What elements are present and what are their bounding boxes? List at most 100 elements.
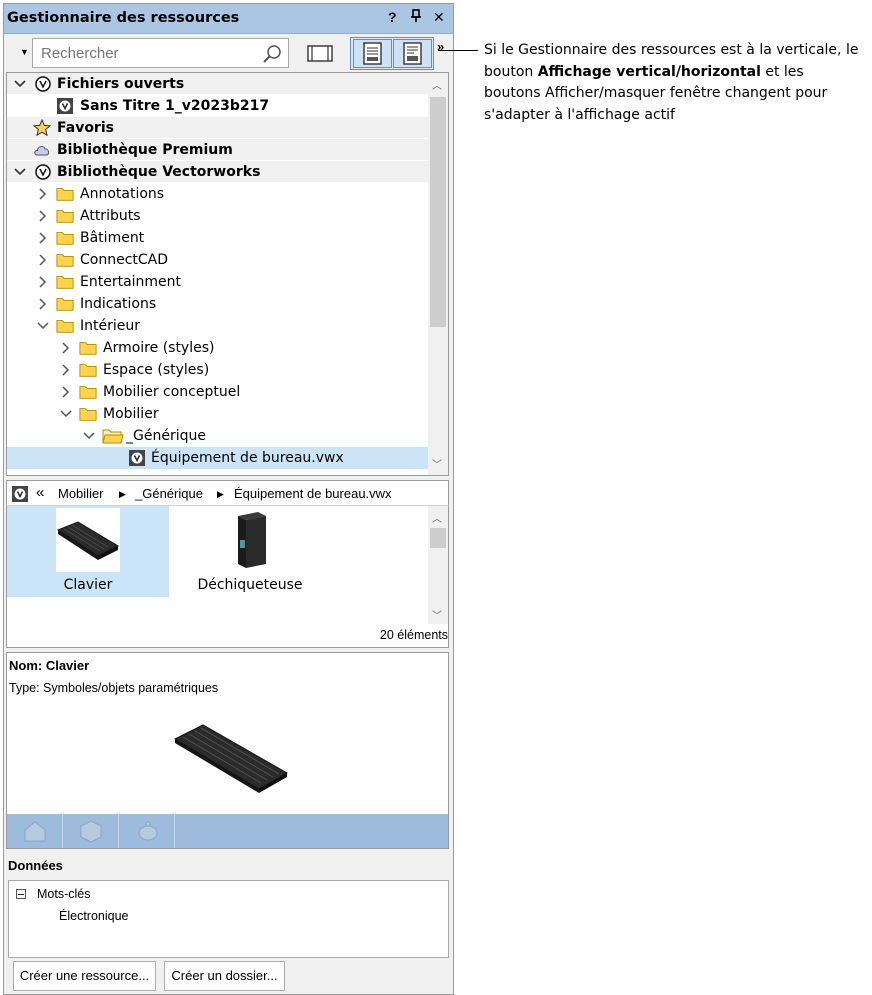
- tree-row-folder[interactable]: Indications: [7, 293, 428, 315]
- scroll-up-icon[interactable]: ︿: [432, 77, 442, 92]
- data-section-title: Données: [8, 858, 63, 873]
- search-input[interactable]: Rechercher: [32, 38, 289, 68]
- tree-row-premium-library[interactable]: Bibliothèque Premium: [7, 139, 428, 161]
- tree-label: Bâtiment: [80, 230, 145, 246]
- title-bar: Gestionnaire des ressources ? ✕: [4, 4, 453, 34]
- breadcrumb-item[interactable]: Équipement de bureau.vwx: [234, 486, 392, 501]
- resource-details: Nom: Clavier Type: Symboles/objets param…: [6, 652, 449, 849]
- breadcrumb-item[interactable]: _Générique: [135, 486, 203, 501]
- chevron-right-icon[interactable]: [36, 209, 50, 223]
- tree-scrollbar[interactable]: ︿ ﹀: [428, 73, 448, 475]
- tree-label: _Générique: [126, 428, 206, 444]
- panel-title: Gestionnaire des ressources: [7, 10, 240, 26]
- tree-label: Mobilier: [103, 406, 159, 422]
- horizontal-layout-button[interactable]: [393, 39, 432, 68]
- view-button[interactable]: [7, 814, 63, 848]
- pin-icon[interactable]: [410, 9, 422, 26]
- close-button[interactable]: ✕: [433, 9, 445, 26]
- tree-row-folder[interactable]: Armoire (styles): [7, 337, 428, 359]
- vectorworks-icon: [35, 164, 51, 180]
- tree-row-folder[interactable]: Attributs: [7, 205, 428, 227]
- chevron-right-icon[interactable]: [59, 341, 73, 355]
- chevron-right-icon[interactable]: [36, 253, 50, 267]
- chevron-right-icon[interactable]: [36, 275, 50, 289]
- tree-row-favorites[interactable]: Favoris: [7, 117, 428, 139]
- scrollbar-thumb[interactable]: [430, 528, 446, 548]
- tree-row-folder[interactable]: Annotations: [7, 183, 428, 205]
- chevron-right-icon[interactable]: [59, 385, 73, 399]
- search-icon[interactable]: [262, 44, 282, 64]
- resource-name: Nom: Clavier: [9, 658, 90, 673]
- breadcrumb-separator-icon: ▶: [119, 489, 126, 499]
- toggle-view-button[interactable]: [301, 38, 339, 68]
- thumbnail-frame: [56, 508, 120, 572]
- tree-row-folder-mobilier[interactable]: Mobilier: [7, 403, 428, 425]
- collapse-icon[interactable]: [16, 889, 26, 899]
- view-button[interactable]: [119, 814, 175, 848]
- tree-row-folder[interactable]: ConnectCAD: [7, 249, 428, 271]
- create-folder-button[interactable]: Créer un dossier...: [164, 961, 285, 991]
- chevron-down-icon[interactable]: [13, 165, 27, 179]
- help-button[interactable]: ?: [388, 9, 397, 25]
- tree-row-folder[interactable]: Bâtiment: [7, 227, 428, 249]
- folder-icon: [79, 408, 97, 421]
- tree-row-folder-generique[interactable]: _Générique: [7, 425, 428, 447]
- breadcrumb-back-button[interactable]: «: [36, 484, 44, 501]
- tree-row-open-files[interactable]: Fichiers ouverts: [7, 73, 428, 95]
- chevron-right-icon[interactable]: [59, 363, 73, 377]
- tree-row-open-file[interactable]: Sans Titre 1_v2023b217: [7, 95, 428, 117]
- tree-row-folder-interieur[interactable]: Intérieur: [7, 315, 428, 337]
- search-dropdown-arrow-icon[interactable]: ▼: [20, 47, 29, 57]
- more-options-button[interactable]: »: [437, 39, 444, 54]
- chevron-down-icon[interactable]: [59, 407, 73, 421]
- vertical-layout-button[interactable]: [353, 39, 392, 68]
- orientation-button-group: [350, 37, 434, 70]
- browser-scrollbar[interactable]: ︿ ﹀: [428, 506, 448, 624]
- tree-label: Attributs: [80, 208, 141, 224]
- folder-open-icon: [102, 429, 124, 444]
- scroll-down-icon[interactable]: ﹀: [432, 456, 442, 471]
- chevron-right-icon[interactable]: [36, 187, 50, 201]
- tree-label: Intérieur: [80, 318, 140, 334]
- folder-icon: [79, 364, 97, 377]
- tree-row-folder[interactable]: Espace (styles): [7, 359, 428, 381]
- shredder-icon: [238, 512, 266, 568]
- callout-bold-text: Affichage vertical/horizontal: [537, 63, 761, 80]
- tree-row-folder[interactable]: Mobilier conceptuel: [7, 381, 428, 403]
- chevron-down-icon[interactable]: [82, 429, 96, 443]
- scroll-down-icon[interactable]: ﹀: [432, 607, 442, 622]
- folder-icon: [56, 276, 74, 289]
- resource-tree: Fichiers ouverts Sans Titre 1_v2023b217 …: [6, 72, 449, 476]
- scrollbar-thumb[interactable]: [430, 97, 446, 327]
- panel-layout-icon: [307, 45, 333, 62]
- tree-label: Entertainment: [80, 274, 182, 290]
- star-icon: [33, 119, 51, 137]
- chevron-down-icon[interactable]: [36, 319, 50, 333]
- scroll-up-icon[interactable]: ︿: [432, 510, 442, 525]
- horizontal-layout-icon: [403, 42, 422, 65]
- tree-label: Fichiers ouverts: [57, 76, 185, 92]
- chevron-right-icon[interactable]: [36, 297, 50, 311]
- tree-row-vectorworks-library[interactable]: Bibliothèque Vectorworks: [7, 161, 428, 183]
- view-button[interactable]: [63, 814, 119, 848]
- tree-label: Bibliothèque Vectorworks: [57, 164, 261, 180]
- breadcrumb-item[interactable]: Mobilier: [58, 486, 104, 501]
- folder-icon: [79, 386, 97, 399]
- view-options-bar: [7, 814, 448, 848]
- cube-icon: [80, 820, 102, 843]
- create-resource-button[interactable]: Créer une ressource...: [13, 961, 156, 991]
- resource-tile-dechiqueteuse[interactable]: Déchiqueteuse: [169, 506, 331, 597]
- tree-label: ConnectCAD: [80, 252, 169, 268]
- resource-tile-clavier[interactable]: Clavier: [7, 506, 169, 597]
- chevron-down-icon[interactable]: [13, 77, 27, 91]
- chevron-right-icon[interactable]: [36, 231, 50, 245]
- thumbnail-frame: [218, 508, 282, 572]
- tree-label: Favoris: [57, 120, 114, 136]
- folder-icon: [79, 342, 97, 355]
- tree-label: Bibliothèque Premium: [57, 142, 233, 158]
- resource-browser: Clavier Déchiqueteuse ︿ ﹀ 20 éléments: [6, 506, 449, 648]
- breadcrumb: « Mobilier ▶ _Générique ▶ Équipement de …: [6, 480, 449, 506]
- tree-row-folder[interactable]: Entertainment: [7, 271, 428, 293]
- keyword-value: Électronique: [59, 909, 129, 923]
- tree-row-file-selected[interactable]: Équipement de bureau.vwx: [7, 447, 428, 469]
